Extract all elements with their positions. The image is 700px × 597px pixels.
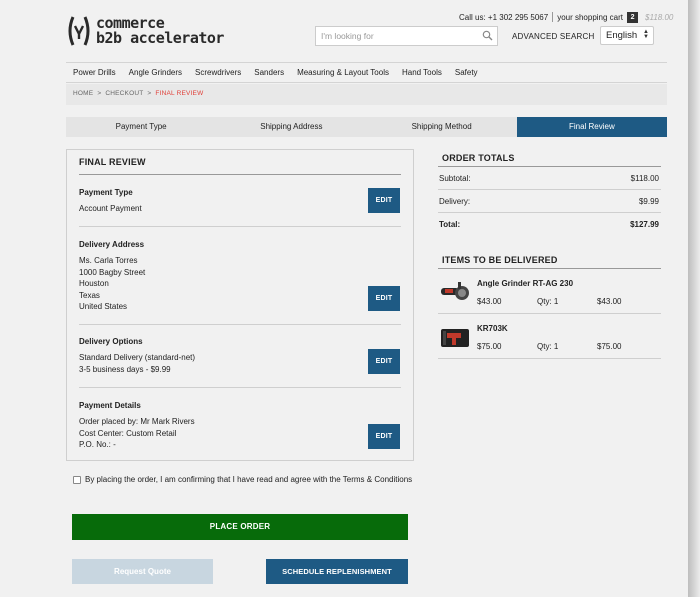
- checkout-steps: Payment Type Shipping Address Shipping M…: [66, 117, 667, 137]
- item-price: $43.00: [477, 297, 502, 306]
- item-total: $43.00: [597, 297, 622, 306]
- final-review-title: FINAL REVIEW: [79, 157, 146, 167]
- nav-item-angle-grinders[interactable]: Angle Grinders: [129, 68, 182, 77]
- order-totals-title: ORDER TOTALS: [438, 150, 661, 167]
- payment-type-section: Payment Type Account Payment: [79, 188, 401, 215]
- breadcrumb-home[interactable]: HOME: [73, 90, 93, 97]
- delivery-address-section: Delivery Address Ms. Carla Torres 1000 B…: [79, 240, 401, 313]
- delivery-value: $9.99: [638, 196, 659, 206]
- delivery-option-line: Standard Delivery (standard-net): [79, 353, 196, 362]
- breadcrumb-separator: >: [97, 90, 102, 97]
- search-input[interactable]: [316, 27, 476, 45]
- language-value: English: [606, 30, 638, 41]
- cart-price: $118.00: [645, 12, 674, 22]
- nav-item-sanders[interactable]: Sanders: [254, 68, 284, 77]
- category-nav: Power Drills Angle Grinders Screwdrivers…: [66, 62, 667, 83]
- delivery-row: Delivery: $9.99: [438, 190, 661, 213]
- payment-detail-line: P.O. No.: -: [79, 440, 116, 449]
- nav-item-hand-tools[interactable]: Hand Tools: [402, 68, 442, 77]
- terms-agreement: By placing the order, I am confirming th…: [73, 475, 412, 484]
- shopping-cart-link[interactable]: your shopping cart: [557, 13, 623, 22]
- delivery-options-section: Delivery Options Standard Delivery (stan…: [79, 337, 401, 375]
- breadcrumb-checkout[interactable]: CHECKOUT: [105, 90, 143, 97]
- list-item: Angle Grinder RT-AG 230 $43.00 Qty: 1 $4…: [438, 269, 661, 314]
- subtotal-label: Subtotal:: [439, 173, 471, 183]
- terms-checkbox[interactable]: [73, 475, 81, 484]
- schedule-replenishment-button[interactable]: SCHEDULE REPLENISHMENT: [266, 559, 408, 584]
- place-order-button[interactable]: PLACE ORDER: [72, 514, 408, 540]
- nav-item-measuring-layout-tools[interactable]: Measuring & Layout Tools: [297, 68, 389, 77]
- list-item: KR703K $75.00 Qty: 1 $75.00: [438, 314, 661, 359]
- divider: [79, 324, 401, 325]
- subtotal-row: Subtotal: $118.00: [438, 167, 661, 190]
- cart-count-badge[interactable]: 2: [627, 11, 639, 23]
- items-to-deliver-panel: ITEMS TO BE DELIVERED Angle Grinder RT-A…: [438, 252, 661, 359]
- item-name[interactable]: KR703K: [477, 324, 508, 333]
- address-line: 1000 Bagby Street: [79, 267, 146, 277]
- address-line: Texas: [79, 290, 100, 300]
- item-name[interactable]: Angle Grinder RT-AG 230: [477, 279, 573, 288]
- total-row: Total: $127.99: [438, 213, 661, 236]
- advanced-search-link[interactable]: ADVANCED SEARCH: [512, 32, 594, 41]
- step-shipping-method[interactable]: Shipping Method: [366, 117, 517, 137]
- logo-line-2: b2b accelerator: [96, 29, 224, 47]
- subtotal-value: $118.00: [630, 173, 659, 183]
- item-quantity: Qty: 1: [537, 342, 559, 351]
- search-box: [315, 26, 498, 46]
- delivery-address-title: Delivery Address: [79, 240, 145, 249]
- order-totals-panel: ORDER TOTALS Subtotal: $118.00 Delivery:…: [438, 150, 661, 236]
- items-title: ITEMS TO BE DELIVERED: [438, 252, 661, 269]
- edit-payment-type-button[interactable]: EDIT: [368, 188, 400, 213]
- logo-text: commerce b2b accelerator: [96, 16, 224, 46]
- step-payment-type[interactable]: Payment Type: [66, 117, 217, 137]
- payment-detail-line: Order placed by: Mr Mark Rivers: [79, 417, 195, 426]
- item-price: $75.00: [477, 342, 502, 351]
- checkout-page: commerce b2b accelerator Call us: +1 302…: [0, 0, 688, 597]
- logo-mark-icon: [66, 14, 92, 48]
- edit-payment-details-button[interactable]: EDIT: [368, 424, 400, 449]
- item-total: $75.00: [597, 342, 622, 351]
- breadcrumb: HOME > CHECKOUT > FINAL REVIEW: [66, 84, 667, 105]
- delivery-option-line: 3-5 business days - $9.99: [79, 364, 171, 374]
- edit-delivery-address-button[interactable]: EDIT: [368, 286, 400, 311]
- address-line: Ms. Carla Torres: [79, 256, 138, 265]
- payment-type-value: Account Payment: [79, 204, 142, 213]
- payment-type-title: Payment Type: [79, 188, 133, 197]
- divider: [79, 174, 401, 175]
- search-icon[interactable]: [482, 30, 493, 43]
- divider: [79, 387, 401, 388]
- breadcrumb-current: FINAL REVIEW: [155, 90, 204, 97]
- payment-detail-line: Cost Center: Custom Retail: [79, 428, 177, 438]
- divider: [79, 226, 401, 227]
- drill-kit-image[interactable]: [439, 323, 471, 351]
- total-label: Total:: [439, 220, 461, 229]
- nav-item-screwdrivers[interactable]: Screwdrivers: [195, 68, 241, 77]
- angle-grinder-image[interactable]: [439, 278, 471, 306]
- nav-item-power-drills[interactable]: Power Drills: [73, 68, 116, 77]
- payment-details-section: Payment Details Order placed by: Mr Mark…: [79, 401, 401, 451]
- edit-delivery-options-button[interactable]: EDIT: [368, 349, 400, 374]
- final-review-panel: FINAL REVIEW Payment Type Account Paymen…: [66, 149, 414, 461]
- step-final-review[interactable]: Final Review: [516, 117, 667, 137]
- address-line: Houston: [79, 279, 109, 288]
- breadcrumb-separator: >: [147, 90, 152, 97]
- nav-item-safety[interactable]: Safety: [455, 68, 478, 77]
- delivery-options-title: Delivery Options: [79, 337, 143, 346]
- call-us-text: Call us: +1 302 295 5067: [459, 12, 549, 22]
- terms-label[interactable]: By placing the order, I am confirming th…: [85, 475, 412, 484]
- site-header: commerce b2b accelerator Call us: +1 302…: [0, 0, 688, 64]
- request-quote-button[interactable]: Request Quote: [72, 559, 213, 584]
- top-utility-bar: Call us: +1 302 295 5067 your shopping c…: [459, 10, 673, 24]
- select-arrows-icon: ▲ ▼: [643, 29, 649, 40]
- divider: [552, 12, 554, 22]
- language-select[interactable]: English ▲ ▼: [600, 26, 654, 45]
- item-quantity: Qty: 1: [537, 297, 559, 306]
- delivery-label: Delivery:: [439, 196, 471, 206]
- payment-details-title: Payment Details: [79, 401, 141, 410]
- site-logo[interactable]: commerce b2b accelerator: [66, 14, 224, 48]
- step-shipping-address[interactable]: Shipping Address: [216, 117, 367, 137]
- total-value: $127.99: [630, 220, 659, 229]
- window-right-edge: [688, 0, 700, 597]
- address-line: United States: [79, 302, 128, 311]
